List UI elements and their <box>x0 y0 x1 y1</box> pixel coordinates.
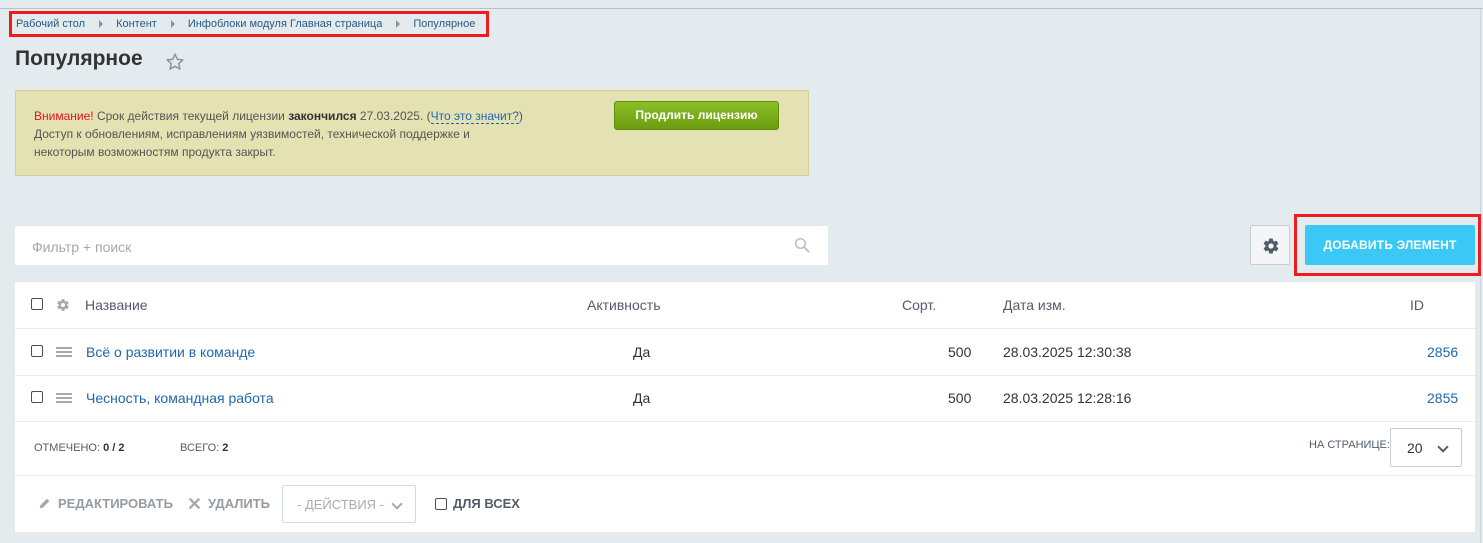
breadcrumb-item-desktop[interactable]: Рабочий стол <box>16 18 85 30</box>
table-summary: ОТМЕЧЕНО: 0 / 2 ВСЕГО: 2 <box>15 422 1475 476</box>
top-divider <box>0 8 1483 9</box>
add-element-button[interactable]: ДОБАВИТЬ ЭЛЕМЕНТ <box>1305 225 1475 265</box>
notice-text: Внимание! Срок действия текущей лицензии… <box>34 107 594 161</box>
notice-line-3: некоторым возможностям продукта закрыт. <box>34 145 276 159</box>
triangle-right-icon <box>99 20 104 28</box>
triangle-right-icon <box>170 20 175 28</box>
pencil-icon <box>39 498 50 509</box>
per-page-value: 20 <box>1407 440 1423 456</box>
row-checkbox[interactable] <box>31 345 43 357</box>
element-sort: 500 <box>948 390 972 406</box>
column-header-date[interactable]: Дата изм. <box>1003 282 1066 328</box>
filter-search-input[interactable] <box>15 226 794 267</box>
element-name-link[interactable]: Всё о развитии в команде <box>86 329 255 375</box>
group-actions-bar: РЕДАКТИРОВАТЬ УДАЛИТЬ - ДЕЙСТВИЯ - ДЛЯ В… <box>15 476 1475 532</box>
for-all-toggle[interactable]: ДЛЯ ВСЕХ <box>435 496 520 511</box>
element-date: 28.03.2025 12:28:16 <box>1003 390 1132 406</box>
list-settings-button[interactable] <box>1250 225 1290 265</box>
breadcrumb-item-infoblocks[interactable]: Инфоблоки модуля Главная страница <box>188 18 383 30</box>
selected-label: ОТМЕЧЕНО: <box>34 442 100 454</box>
delete-label: УДАЛИТЬ <box>208 496 270 511</box>
actions-select[interactable]: - ДЕЙСТВИЯ - <box>282 485 416 523</box>
license-notice: Внимание! Срок действия текущей лицензии… <box>15 90 809 176</box>
star-icon[interactable] <box>164 51 186 73</box>
select-all-checkbox[interactable] <box>31 298 43 310</box>
notice-close-paren: ) <box>518 109 523 123</box>
cross-icon <box>189 498 200 509</box>
filter-search <box>15 226 828 267</box>
what-does-it-mean-link[interactable]: Что это значит? <box>430 109 519 124</box>
column-header-active[interactable]: Активность <box>587 282 661 328</box>
element-active: Да <box>633 390 651 406</box>
total-label: ВСЕГО: <box>180 442 220 454</box>
chevron-down-icon <box>391 498 403 510</box>
element-id-link[interactable]: 2856 <box>1427 329 1458 375</box>
total-value: 2 <box>222 442 229 454</box>
notice-bold: закончился <box>288 109 357 123</box>
breadcrumb: Рабочий стол Контент Инфоблоки модуля Гл… <box>9 11 489 37</box>
column-header-sort[interactable]: Сорт. <box>902 282 936 328</box>
row-checkbox[interactable] <box>31 391 43 403</box>
edit-label: РЕДАКТИРОВАТЬ <box>58 496 173 511</box>
total-count: ВСЕГО: 2 <box>180 442 228 454</box>
drag-handle-icon[interactable] <box>56 393 72 403</box>
element-sort: 500 <box>948 344 972 360</box>
element-date: 28.03.2025 12:30:38 <box>1003 344 1132 360</box>
notice-warning: Внимание! <box>34 109 94 123</box>
column-header-name[interactable]: Название <box>85 282 148 328</box>
right-divider <box>1480 9 1481 543</box>
renew-license-button[interactable]: Продлить лицензию <box>614 101 779 130</box>
selected-count: ОТМЕЧЕНО: 0 / 2 <box>34 442 124 454</box>
drag-handle-icon[interactable] <box>56 347 72 357</box>
elements-table: Название Активность Сорт. Дата изм. ID В… <box>15 282 1475 532</box>
notice-date: 27.03.2025. ( <box>356 109 431 123</box>
for-all-checkbox[interactable] <box>435 497 447 510</box>
table-header: Название Активность Сорт. Дата изм. ID <box>15 282 1475 329</box>
page-title: Популярное <box>15 47 143 70</box>
breadcrumb-item-content[interactable]: Контент <box>116 18 157 30</box>
breadcrumb-item-popular[interactable]: Популярное <box>413 18 475 30</box>
per-page-select[interactable]: 20 <box>1390 428 1462 467</box>
actions-select-value: - ДЕЙСТВИЯ - <box>297 497 385 512</box>
for-all-label: ДЛЯ ВСЕХ <box>453 496 520 511</box>
element-id-link[interactable]: 2855 <box>1427 375 1458 421</box>
triangle-right-icon <box>396 20 401 28</box>
notice-text-before: Срок действия текущей лицензии <box>93 109 289 123</box>
notice-line-2: Доступ к обновлениям, исправлениям уязви… <box>34 127 470 141</box>
search-icon[interactable] <box>794 237 810 253</box>
edit-button[interactable]: РЕДАКТИРОВАТЬ <box>38 496 173 511</box>
delete-button[interactable]: УДАЛИТЬ <box>188 496 270 511</box>
element-active: Да <box>633 344 651 360</box>
table-row[interactable]: Всё о развитии в команде Да 500 28.03.20… <box>15 329 1475 376</box>
chevron-down-icon <box>1437 441 1449 453</box>
element-name-link[interactable]: Чесность, командная работа <box>86 375 274 421</box>
gear-icon[interactable] <box>56 298 70 312</box>
table-row[interactable]: Чесность, командная работа Да 500 28.03.… <box>15 375 1475 422</box>
selected-value: 0 / 2 <box>103 442 125 454</box>
gear-icon <box>1263 238 1279 254</box>
column-header-id[interactable]: ID <box>1410 282 1424 328</box>
per-page-label: НА СТРАНИЦЕ: <box>1309 439 1390 451</box>
